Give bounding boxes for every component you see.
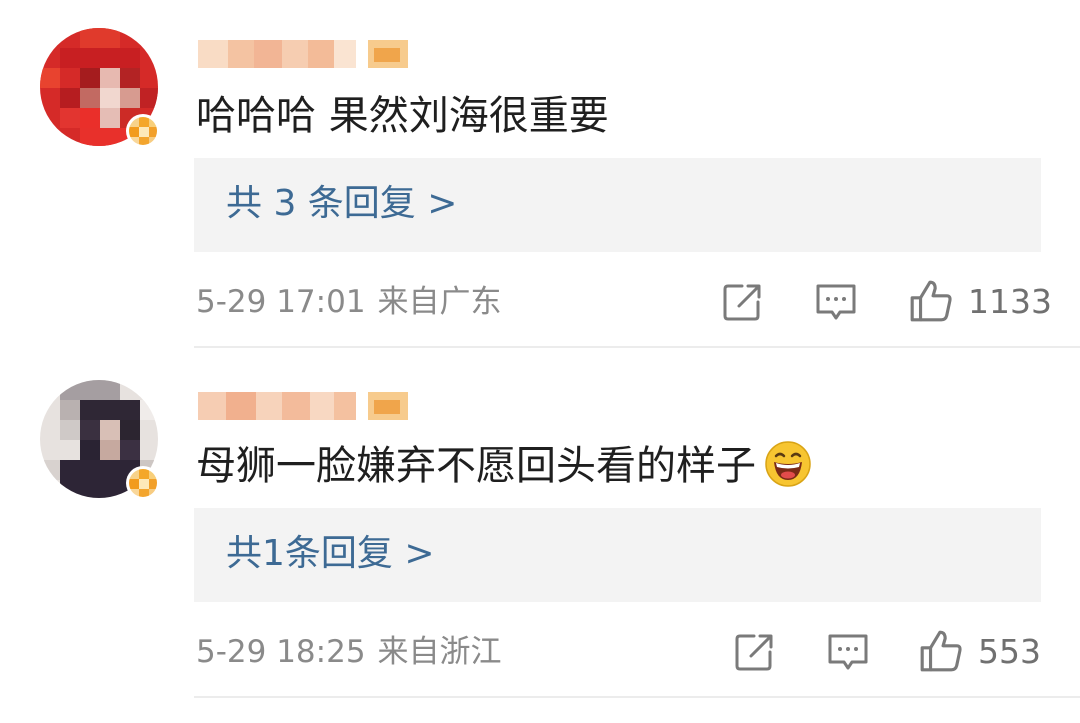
reply-box[interactable]: 共 3 条回复 > [194, 158, 1041, 252]
view-replies-link[interactable]: 共1条回复 > [226, 532, 435, 576]
thumbs-up-icon[interactable] [908, 278, 954, 324]
divider [194, 696, 1080, 698]
comment-meta: 5-29 17:01 来自广东 [196, 282, 502, 322]
share-icon[interactable] [732, 630, 776, 674]
verified-badge-icon [126, 114, 160, 148]
thumbs-up-icon[interactable] [918, 628, 964, 674]
like-count: 1133 [968, 282, 1052, 321]
reply-box[interactable]: 共1条回复 > [194, 508, 1041, 602]
username[interactable] [198, 392, 408, 422]
comment-text: 母狮一脸嫌弃不愿回头看的样子 [196, 441, 812, 490]
comment-meta: 5-29 18:25 来自浙江 [196, 632, 502, 672]
grinning-face-emoji [765, 441, 811, 487]
comment-item: 哈哈哈 果然刘海很重要 共 3 条回复 > 5-29 17:01 来自广东 113… [0, 0, 1080, 350]
location: 来自浙江 [377, 634, 502, 670]
comment-icon[interactable] [814, 280, 858, 324]
timestamp: 5-29 17:01 [196, 284, 366, 320]
username[interactable] [198, 40, 408, 70]
location: 来自广东 [377, 284, 502, 320]
timestamp: 5-29 18:25 [196, 634, 366, 670]
verified-badge-icon [126, 466, 160, 500]
comment-text: 哈哈哈 果然刘海很重要 [196, 93, 609, 139]
divider [194, 346, 1080, 348]
comment-item: 母狮一脸嫌弃不愿回头看的样子 共1条回复 > 5-29 18:25 来自浙江 55… [0, 350, 1080, 723]
comment-icon[interactable] [826, 630, 870, 674]
like-count: 553 [978, 632, 1041, 671]
share-icon[interactable] [720, 280, 764, 324]
comment-text-content: 母狮一脸嫌弃不愿回头看的样子 [196, 443, 756, 489]
view-replies-link[interactable]: 共 3 条回复 > [226, 182, 457, 226]
